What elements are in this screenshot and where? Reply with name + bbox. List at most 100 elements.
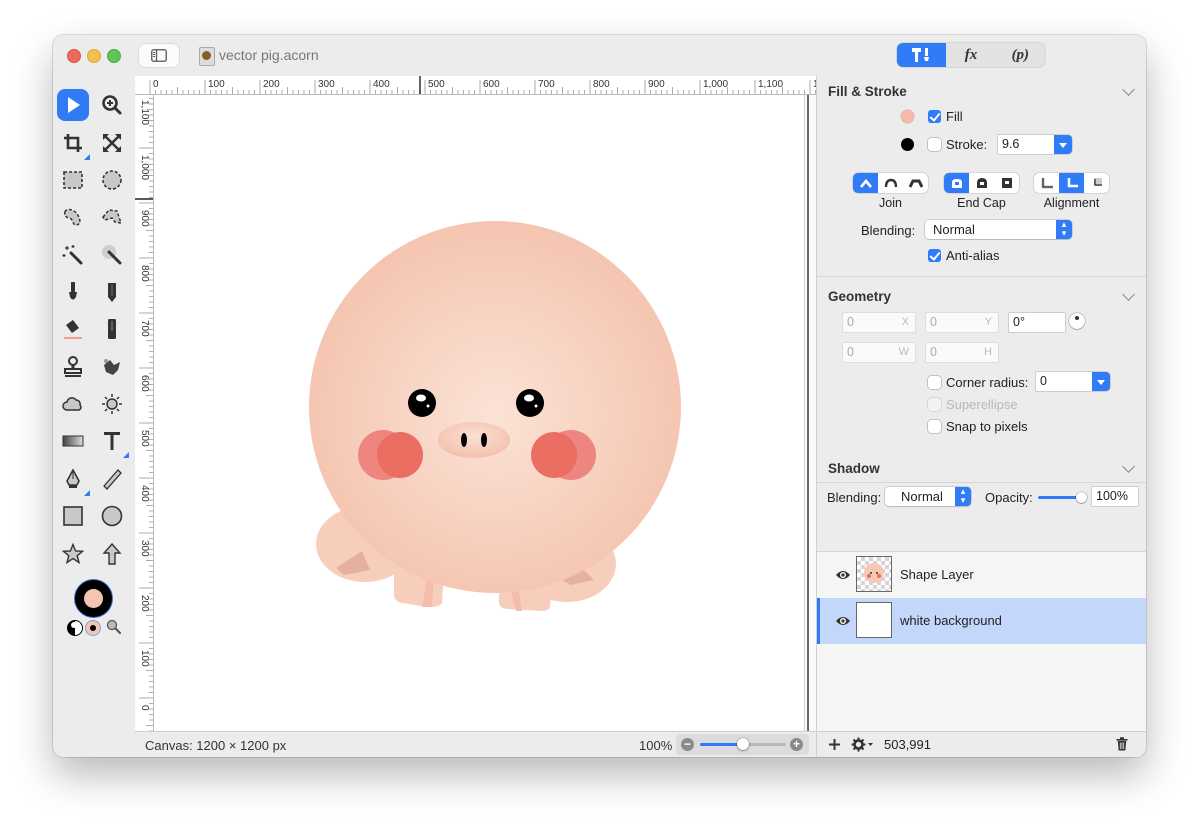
eye-icon[interactable] (835, 615, 851, 627)
corner-radius-checkbox[interactable] (928, 376, 941, 389)
tab-tools[interactable] (897, 43, 947, 67)
select-tool[interactable] (57, 89, 89, 121)
minimize-button[interactable] (87, 49, 101, 63)
vertical-ruler[interactable]: 1,100 1,000 900 800 700 600 500 400 300 200 100 0 (135, 95, 154, 731)
tab-effects[interactable]: fx (946, 43, 995, 67)
pen-tool[interactable] (57, 463, 90, 496)
instant-alpha-tool[interactable] (96, 239, 128, 271)
fill-color-well[interactable] (84, 589, 103, 608)
star-tool[interactable] (57, 538, 89, 570)
fill-checkbox[interactable] (928, 110, 941, 123)
canvas[interactable] (154, 95, 816, 731)
ruler-label: 600 (483, 79, 500, 90)
shadow-blending-select[interactable]: Normal ▴ ▾ (885, 487, 971, 506)
eye-icon[interactable] (835, 569, 851, 581)
magic-wand-tool[interactable] (57, 239, 89, 271)
arrow-tool[interactable] (96, 538, 128, 570)
ruler-label: 1,100 (758, 79, 784, 90)
cloud-tool[interactable] (57, 388, 89, 420)
tab-params[interactable]: (p) (996, 43, 1045, 67)
sidebar-toggle-button[interactable] (139, 44, 179, 67)
width-field[interactable]: 0W (843, 343, 915, 362)
line-tool[interactable] (96, 463, 128, 495)
chevron-down-icon[interactable] (1122, 460, 1135, 473)
ellipse-select-tool[interactable] (96, 164, 128, 196)
zoom-in-button[interactable]: + (790, 738, 803, 751)
close-button[interactable] (67, 49, 81, 63)
blending-select[interactable]: Normal ▴ ▾ (925, 220, 1072, 239)
opacity-field[interactable]: 100% (1092, 487, 1138, 506)
anti-alias-label: Anti-alias (946, 248, 1000, 263)
dodge-burn-tool[interactable] (96, 388, 128, 420)
add-layer-icon[interactable] (828, 738, 841, 751)
height-field[interactable]: 0H (926, 343, 998, 362)
chevron-down-icon[interactable] (1122, 83, 1135, 96)
endcap-segmented-control (944, 173, 1019, 193)
join-bevel-button[interactable] (903, 173, 928, 193)
corner-radius-dropdown[interactable] (1092, 372, 1110, 391)
ruler-label: 700 (139, 320, 150, 337)
gradient-tool[interactable] (57, 425, 89, 457)
endcap-butt-button[interactable] (944, 173, 969, 193)
rotation-dial[interactable] (1069, 313, 1085, 329)
align-inside-button[interactable] (1034, 173, 1059, 193)
align-outside-button[interactable] (1084, 173, 1109, 193)
zoom-window-button[interactable] (107, 49, 121, 63)
corner-radius-label: Corner radius: (946, 375, 1029, 390)
brush-tool[interactable] (57, 276, 89, 308)
align-center-button[interactable] (1059, 173, 1084, 193)
anti-alias-checkbox[interactable] (928, 249, 941, 262)
zoom-slider-knob[interactable] (737, 738, 749, 750)
lasso-tool[interactable] (57, 201, 89, 233)
layer-row[interactable]: Shape Layer (817, 552, 1146, 598)
endcap-square-button[interactable] (994, 173, 1019, 193)
stroke-width-dropdown[interactable] (1054, 135, 1072, 154)
stroke-color-swatch[interactable] (901, 138, 914, 151)
align-center-icon (1067, 178, 1078, 188)
polygon-lasso-tool[interactable] (96, 201, 128, 233)
snap-to-pixels-checkbox[interactable] (928, 420, 941, 433)
ruler-label: 900 (139, 210, 150, 227)
stroke-checkbox[interactable] (928, 138, 941, 151)
rect-select-tool[interactable] (57, 164, 89, 196)
opacity-slider-knob[interactable] (1076, 492, 1087, 503)
rotation-field[interactable]: 0° (1009, 313, 1065, 332)
fill-tool[interactable] (57, 313, 89, 345)
rectangle-tool[interactable] (57, 500, 89, 532)
fill-color-swatch[interactable] (901, 110, 914, 123)
fill-stroke-title: Fill & Stroke (828, 84, 907, 99)
scrollbar-track-line (807, 95, 809, 731)
color-picker-magnifier-icon[interactable] (106, 619, 122, 635)
endcap-round-button[interactable] (969, 173, 994, 193)
layer-row[interactable]: white background (817, 598, 1146, 644)
trash-icon[interactable] (1116, 737, 1128, 751)
zoom-tool[interactable] (96, 89, 128, 121)
stamp-icon (64, 356, 82, 377)
pencil-tool[interactable] (96, 276, 128, 308)
stroke-width-field[interactable]: 9.6 (998, 135, 1072, 154)
eraser-tool[interactable] (96, 313, 128, 345)
join-round-button[interactable] (878, 173, 903, 193)
stroke-color-well[interactable] (75, 580, 112, 617)
section-divider (817, 482, 1146, 483)
clone-tool[interactable] (57, 351, 89, 383)
default-colors-icon[interactable] (86, 621, 100, 635)
zoom-out-button[interactable]: − (681, 738, 694, 751)
crop-tool[interactable] (57, 127, 90, 160)
swap-colors-icon[interactable] (67, 620, 83, 636)
zoom-slider[interactable] (700, 738, 786, 750)
chevron-down-icon[interactable] (1122, 288, 1135, 301)
horizontal-ruler[interactable]: 01002003004005006007008009001,0001,1001, (135, 76, 816, 95)
ruler-label: 100 (208, 79, 225, 90)
oval-tool[interactable] (96, 500, 128, 532)
opacity-label: Opacity: (985, 490, 1033, 505)
corner-radius-field[interactable]: 0 (1036, 372, 1110, 391)
join-miter-button[interactable] (853, 173, 878, 193)
smudge-tool[interactable] (96, 351, 128, 383)
x-field[interactable]: 0X (843, 313, 915, 332)
text-tool[interactable] (96, 425, 129, 458)
x-value: 0 (847, 315, 854, 329)
transform-tool[interactable] (96, 127, 128, 159)
y-field[interactable]: 0Y (926, 313, 998, 332)
gear-menu-icon[interactable] (851, 737, 875, 752)
